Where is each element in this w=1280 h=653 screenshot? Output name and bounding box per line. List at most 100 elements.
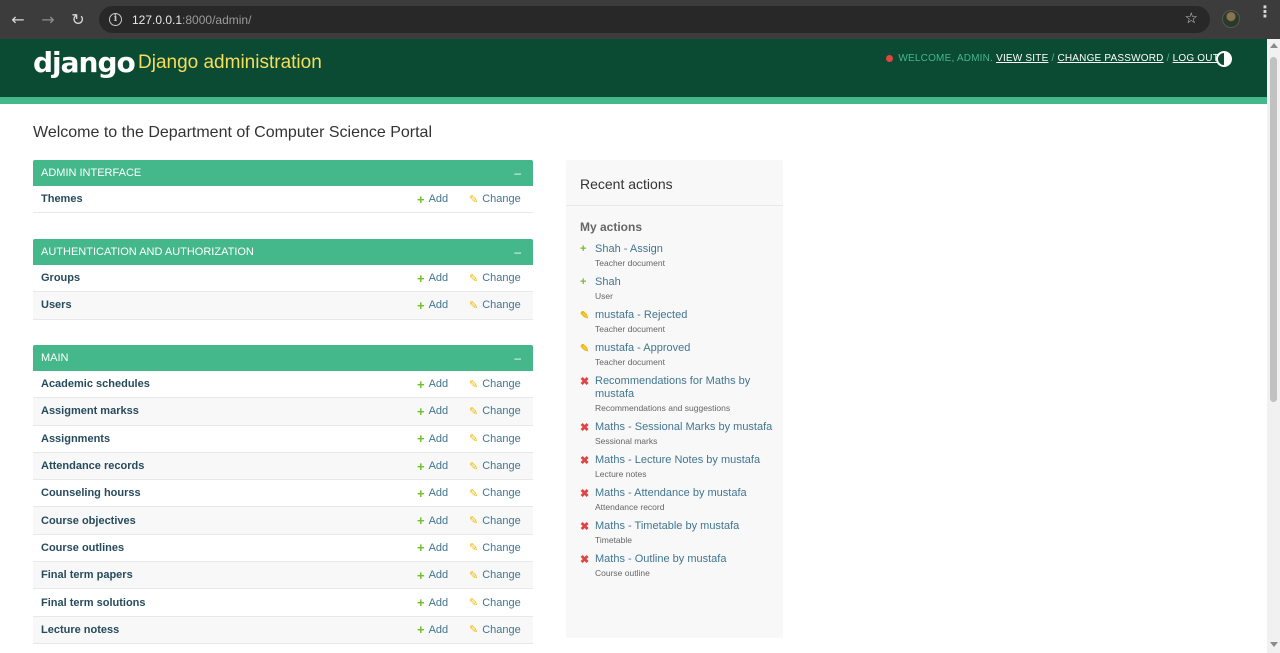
content-type-label: Timetable <box>595 535 633 545</box>
plus-icon: + <box>417 191 425 207</box>
model-link[interactable]: Users <box>33 299 417 311</box>
change-link[interactable]: ✎ Change <box>469 272 533 285</box>
add-link[interactable]: + Add <box>417 595 469 610</box>
change-link[interactable]: ✎ Change <box>469 487 533 500</box>
forward-arrow-icon[interactable]: → <box>33 5 63 35</box>
delete-x-icon: ✖ <box>580 376 590 388</box>
view-site-link[interactable]: VIEW SITE <box>996 53 1048 64</box>
change-label: Change <box>482 378 521 391</box>
django-logo[interactable]: django <box>33 46 136 79</box>
pencil-icon: ✎ <box>469 515 479 528</box>
add-link[interactable]: + Add <box>417 377 469 392</box>
change-link[interactable]: ✎ Change <box>469 193 533 206</box>
collapse-toggle-icon[interactable]: – <box>514 166 521 180</box>
model-row: Themes + Add ✎ Change <box>33 186 533 214</box>
recent-action-item: ✖ Maths - Sessional Marks by mustafa Sessi… <box>566 418 783 451</box>
change-link[interactable]: ✎ Change <box>469 378 533 391</box>
scroll-up-arrow-icon[interactable] <box>1270 43 1278 48</box>
site-title[interactable]: Django administration <box>138 52 322 74</box>
scroll-thumb[interactable] <box>1270 57 1277 402</box>
add-link[interactable]: + Add <box>417 431 469 446</box>
add-link[interactable]: + Add <box>417 568 469 583</box>
add-link[interactable]: + Add <box>417 486 469 501</box>
add-link[interactable]: + Add <box>417 271 469 286</box>
change-label: Change <box>482 569 521 582</box>
model-link[interactable]: Assignments <box>33 433 417 445</box>
add-link[interactable]: + Add <box>417 459 469 474</box>
theme-toggle-icon[interactable] <box>1216 51 1232 67</box>
delete-x-icon: ✖ <box>580 422 590 434</box>
url-text[interactable]: 127.0.0.1:8000/admin/ <box>132 13 251 27</box>
module-caption-label[interactable]: AUTHENTICATION AND AUTHORIZATION <box>41 246 254 258</box>
add-link[interactable]: + Add <box>417 404 469 419</box>
recent-action-link[interactable]: Shah <box>595 276 773 289</box>
add-label: Add <box>428 272 449 285</box>
model-link[interactable]: Assigment markss <box>33 405 417 417</box>
add-link[interactable]: + Add <box>417 298 469 313</box>
add-label: Add <box>428 623 449 636</box>
log-out-link[interactable]: LOG OUT <box>1173 53 1219 64</box>
reload-icon[interactable]: ↻ <box>63 5 93 35</box>
recent-action-link[interactable]: mustafa - Rejected <box>595 309 773 322</box>
change-link[interactable]: ✎ Change <box>469 541 533 555</box>
browser-menu-icon[interactable]: ⋮ <box>1257 4 1273 20</box>
plus-icon: + <box>417 513 425 529</box>
module-caption[interactable]: AUTHENTICATION AND AUTHORIZATION – <box>33 239 533 265</box>
recent-action-link[interactable]: mustafa - Approved <box>595 342 773 355</box>
separator: / <box>1051 53 1055 64</box>
model-link[interactable]: Course objectives <box>33 515 417 527</box>
pencil-icon: ✎ <box>469 378 479 391</box>
add-label: Add <box>428 514 449 527</box>
model-link[interactable]: Counseling hourss <box>33 487 417 499</box>
delete-x-icon: ✖ <box>580 488 590 500</box>
change-link[interactable]: ✎ Change <box>469 299 533 312</box>
module-caption-label[interactable]: MAIN <box>41 352 69 364</box>
change-link[interactable]: ✎ Change <box>469 569 533 582</box>
model-link[interactable]: Themes <box>33 193 417 205</box>
bookmark-star-icon[interactable]: ☆ <box>1185 9 1198 27</box>
recent-action-link: Maths - Attendance by mustafa <box>595 487 747 499</box>
add-link[interactable]: + Add <box>417 513 469 528</box>
collapse-toggle-icon[interactable]: – <box>514 351 521 365</box>
model-link[interactable]: Course outlines <box>33 542 417 554</box>
change-link[interactable]: ✎ Change <box>469 596 533 610</box>
site-info-icon[interactable]: i <box>109 13 122 26</box>
change-password-link[interactable]: CHANGE PASSWORD <box>1057 53 1163 64</box>
add-label: Add <box>428 299 449 312</box>
recent-action-link: Maths - Sessional Marks by mustafa <box>595 421 773 433</box>
change-label: Change <box>482 487 521 500</box>
page-scrollbar[interactable] <box>1267 39 1280 653</box>
address-bar[interactable]: i 127.0.0.1:8000/admin/ ☆ <box>99 6 1210 33</box>
add-label: Add <box>428 193 449 206</box>
model-link[interactable]: Academic schedules <box>33 378 417 390</box>
profile-avatar[interactable] <box>1222 10 1240 28</box>
model-link[interactable]: Final term papers <box>33 569 417 581</box>
change-link[interactable]: ✎ Change <box>469 432 533 446</box>
module-caption-label[interactable]: ADMIN INTERFACE <box>41 167 141 179</box>
model-link[interactable]: Attendance records <box>33 460 417 472</box>
module-caption[interactable]: ADMIN INTERFACE – <box>33 160 533 186</box>
back-arrow-icon[interactable]: ← <box>3 5 33 35</box>
model-row: Lecture notess + Add ✎ Change <box>33 616 533 644</box>
scroll-down-arrow-icon[interactable] <box>1270 642 1278 647</box>
change-link[interactable]: ✎ Change <box>469 460 533 473</box>
change-link[interactable]: ✎ Change <box>469 623 533 637</box>
pencil-icon: ✎ <box>469 597 479 610</box>
change-link[interactable]: ✎ Change <box>469 514 533 528</box>
add-link[interactable]: + Add <box>417 540 469 555</box>
module-caption[interactable]: MAIN – <box>33 345 533 371</box>
add-link[interactable]: + Add <box>417 192 469 207</box>
model-link[interactable]: Groups <box>33 272 417 284</box>
model-link[interactable]: Lecture notess <box>33 624 417 636</box>
welcome-text: WELCOME, ADMIN. <box>898 53 994 64</box>
model-row: Groups + Add ✎ Change <box>33 265 533 293</box>
recent-action-link: Maths - Outline by mustafa <box>595 553 727 565</box>
recent-action-link[interactable]: Shah - Assign <box>595 243 773 256</box>
content-type-label: Attendance record <box>595 502 665 512</box>
add-link[interactable]: + Add <box>417 622 469 637</box>
collapse-toggle-icon[interactable]: – <box>514 245 521 259</box>
change-link[interactable]: ✎ Change <box>469 405 533 418</box>
model-row: Academic schedules + Add ✎ Change <box>33 371 533 399</box>
plus-icon: + <box>417 270 425 286</box>
model-link[interactable]: Final term solutions <box>33 597 417 609</box>
